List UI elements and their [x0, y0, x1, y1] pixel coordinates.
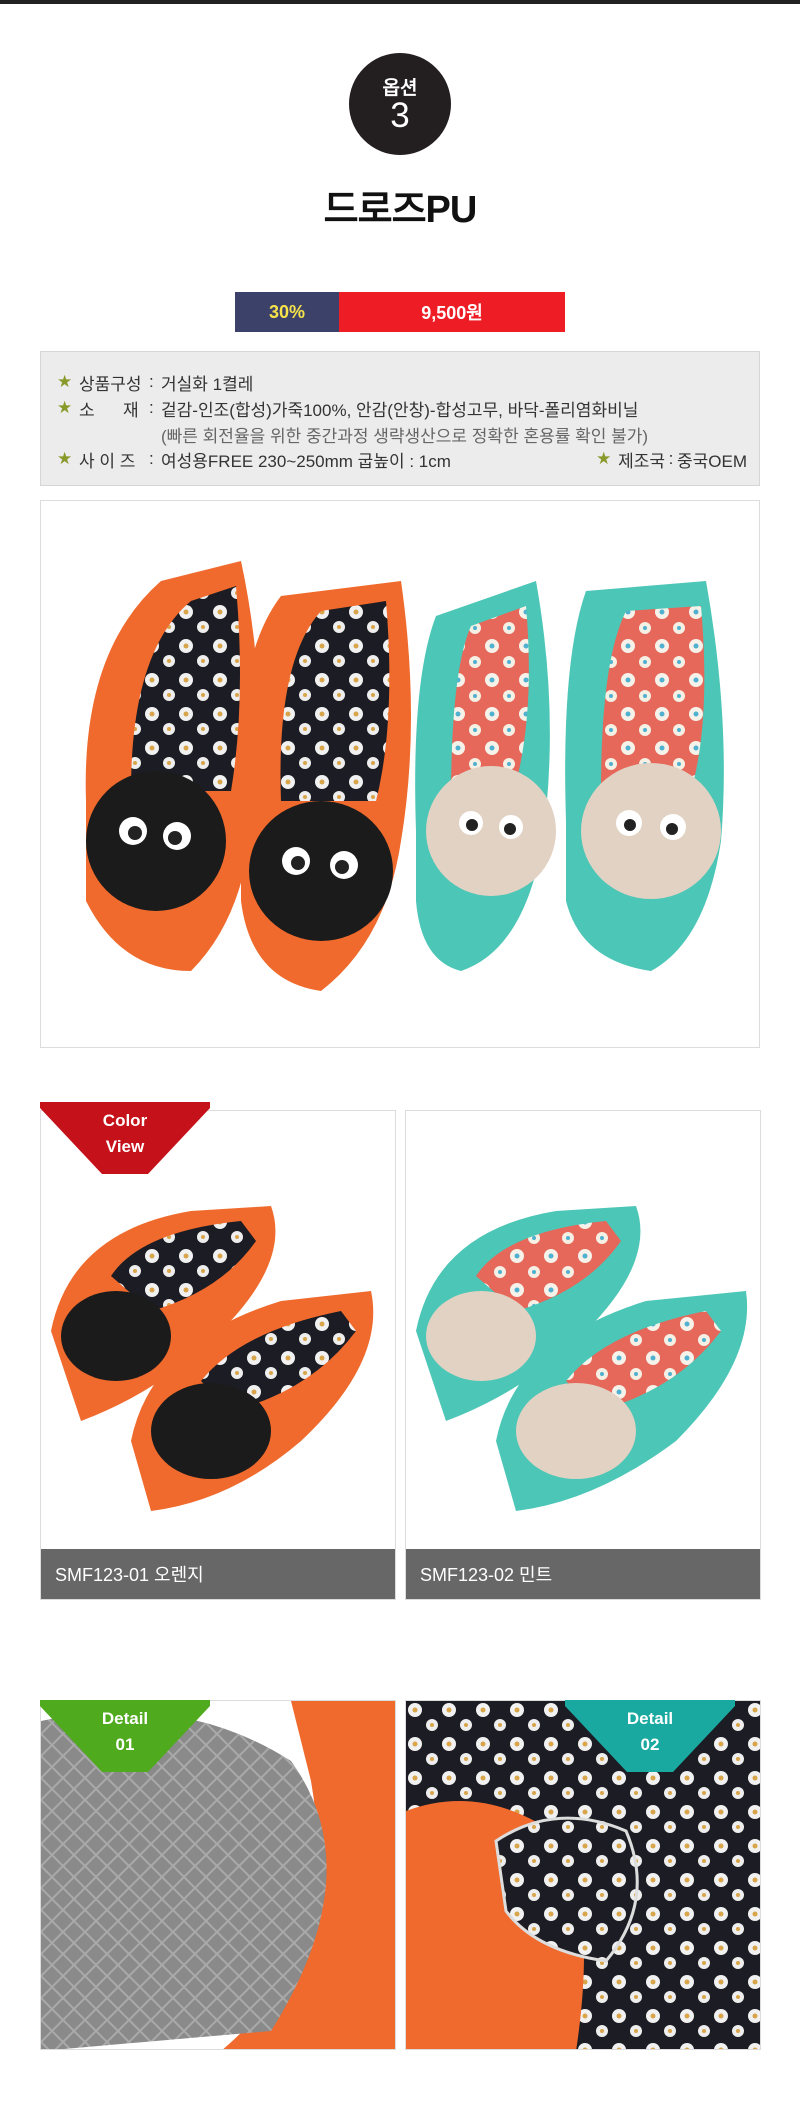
thumbnail-orange[interactable]: SMF123-01 오렌지	[40, 1110, 396, 1600]
spec-value: 겉감-인조(합성)가죽100%, 안감(안창)-합성고무, 바닥-폴리염화비닐	[161, 400, 639, 420]
mint-slipper-right	[565, 581, 724, 971]
star-icon: ★	[57, 372, 73, 391]
orange-slipper-left	[85, 561, 259, 971]
detail-02-ribbon: Detail 02	[565, 1700, 735, 1772]
spec-key: 소 재	[79, 400, 139, 420]
spec-box: ★ 상품구성 : 거실화 1켤레 ★ 소 재 : 겉감-인조(합성)가죽100%…	[40, 351, 760, 486]
spec-value: 여성용FREE 230~250mm 굽높이 : 1cm	[161, 451, 451, 471]
product-title: 드로즈PU	[323, 189, 478, 231]
orange-slipper-photo	[51, 1206, 374, 1511]
spec-row-size: ★ 사 이 즈 : 여성용FREE 230~250mm 굽높이 : 1cm	[57, 447, 451, 471]
option-badge: 옵션 3	[349, 53, 451, 155]
orange-slipper-right	[239, 581, 411, 991]
top-divider	[0, 0, 800, 4]
spec-origin: ★ 제조국 : 중국OEM	[596, 447, 747, 471]
origin-value: 중국OEM	[676, 451, 747, 471]
detail-01-text: Detail 01	[101, 1709, 149, 1754]
spec-value: 거실화 1켤레	[161, 374, 254, 394]
thumbnail-caption: SMF123-02 민트	[406, 1549, 760, 1599]
sale-price: 9,500원	[339, 292, 565, 332]
discount-rate: 30%	[235, 292, 339, 332]
mint-slipper-left	[415, 581, 556, 971]
mint-slipper-photo	[416, 1206, 748, 1511]
star-icon: ★	[57, 398, 73, 417]
star-icon: ★	[596, 449, 612, 468]
color-view-text: Color View	[102, 1111, 148, 1156]
thumbnail-mint[interactable]: SMF123-02 민트	[405, 1110, 761, 1600]
color-view-ribbon: Color View	[40, 1102, 210, 1174]
star-icon: ★	[57, 449, 73, 468]
hero-product-image	[40, 500, 760, 1048]
spec-row-composition: ★ 상품구성 : 거실화 1켤레	[57, 370, 253, 394]
spec-row-material: ★ 소 재 : 겉감-인조(합성)가죽100%, 안감(안창)-합성고무, 바닥…	[57, 396, 638, 420]
option-number: 3	[390, 96, 410, 135]
detail-02-text: Detail 02	[626, 1709, 674, 1754]
spec-note: (빠른 회전율을 위한 중간과정 생략생산으로 정확한 혼용률 확인 불가)	[161, 427, 649, 446]
origin-key: 제조국	[618, 451, 665, 471]
spec-key: 상품구성	[79, 374, 142, 394]
detail-01-ribbon: Detail 01	[40, 1700, 210, 1772]
price-bar: 30% 9,500원	[235, 292, 565, 332]
spec-key: 사 이 즈	[79, 451, 136, 471]
thumbnail-caption: SMF123-01 오렌지	[41, 1549, 395, 1599]
slippers-illustration	[85, 561, 724, 991]
